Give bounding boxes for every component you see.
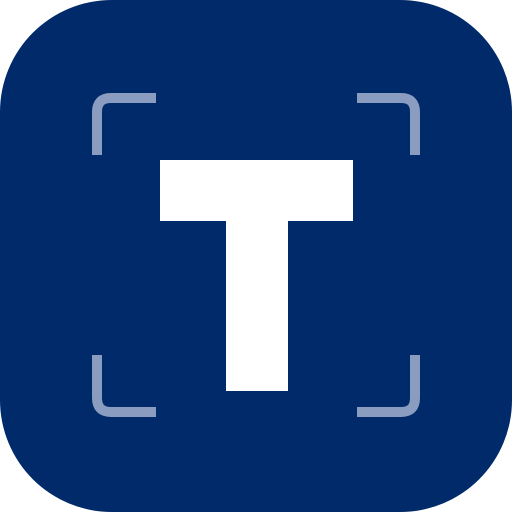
app-icon — [0, 0, 512, 512]
letter-t-stem — [226, 160, 288, 391]
app-icon-svg — [0, 0, 512, 512]
